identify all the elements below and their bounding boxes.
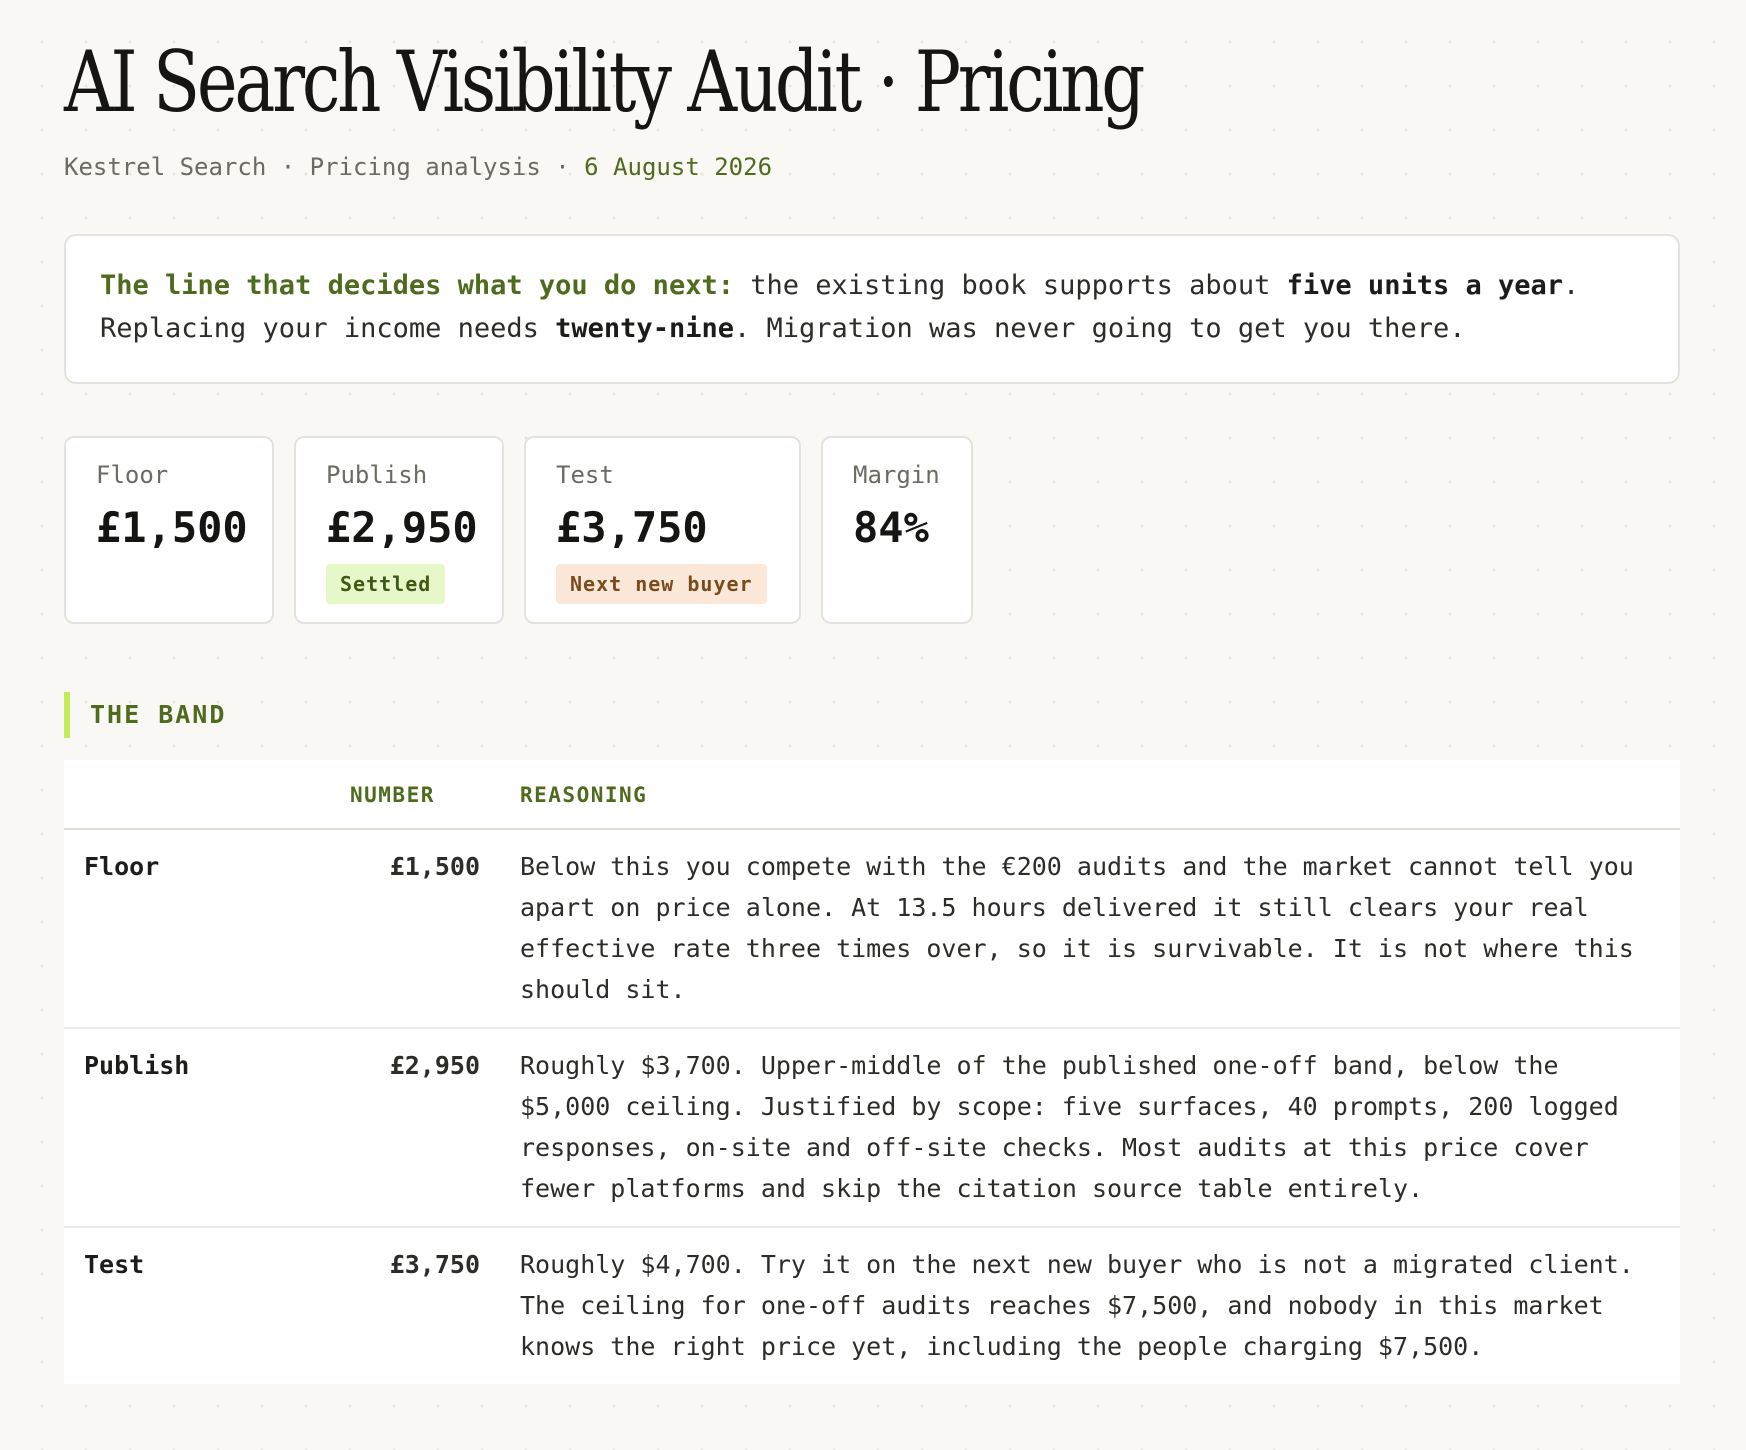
row-name: Publish [64,1027,304,1227]
section-heading: THE BAND [64,692,1680,738]
stat-card-floor: Floor £1,500 [64,436,274,624]
stat-card-test: Test £3,750 Next new buyer [524,436,801,624]
stat-value: £3,750 [556,503,708,552]
stat-cards: Floor £1,500 Publish £2,950 Settled Test… [64,436,1680,624]
page: AI Search Visibility Audit · Pricing Kes… [64,0,1680,1384]
status-badge: Next new buyer [556,564,767,604]
table-header-row: NUMBER REASONING [64,760,1680,830]
page-title: AI Search Visibility Audit · Pricing [64,33,1145,131]
row-number: £1,500 [389,852,480,881]
stat-value: £1,500 [96,503,248,552]
row-reasoning: Roughly $4,700. Try it on the next new b… [500,1226,1680,1384]
stat-card-publish: Publish £2,950 Settled [294,436,504,624]
row-reasoning: Below this you compete with the €200 aud… [520,852,1634,1004]
meta-date: 6 August 2026 [584,153,773,181]
page-meta: Kestrel Search · Pricing analysis · 6 Au… [64,152,1680,182]
stat-label: Publish [326,461,428,489]
column-header: NUMBER [304,760,500,830]
meta-company: Kestrel Search · Pricing analysis · [64,153,585,181]
callout-emphasis: five units a year [1286,270,1563,301]
stat-card-margin: Margin 84% [821,436,973,624]
stat-label: Floor [96,461,169,489]
stat-value: £2,950 [326,503,478,552]
column-header: REASONING [500,760,1680,830]
callout-text: . Migration was never going to get you t… [733,313,1466,344]
row-name: Test [64,1226,304,1384]
stat-label: Test [556,461,614,489]
callout-lead: The line that decides what you do next: [100,270,734,301]
row-number: £3,750 [304,1226,500,1384]
status-badge: Settled [326,564,446,604]
stat-label: Margin [853,461,940,489]
pricing-band-table: NUMBER REASONING Floor £1,500 Below this… [64,760,1680,1384]
table-row: Floor £1,500 Below this you compete with… [64,829,1680,1028]
row-reasoning: Roughly $3,700. Upper-middle of the publ… [500,1027,1680,1227]
column-header [64,760,304,830]
table-row: Publish £2,950 Roughly $3,700. Upper-mid… [64,1027,1680,1227]
callout-text: the existing book supports about [733,270,1287,301]
callout-emphasis: twenty-nine [555,313,734,344]
row-number: £2,950 [304,1027,500,1227]
stat-value: 84% [853,503,929,552]
row-name: Floor [84,852,160,881]
key-insight-callout: The line that decides what you do next: … [64,234,1680,384]
table-row: Test £3,750 Roughly $4,700. Try it on th… [64,1226,1680,1384]
